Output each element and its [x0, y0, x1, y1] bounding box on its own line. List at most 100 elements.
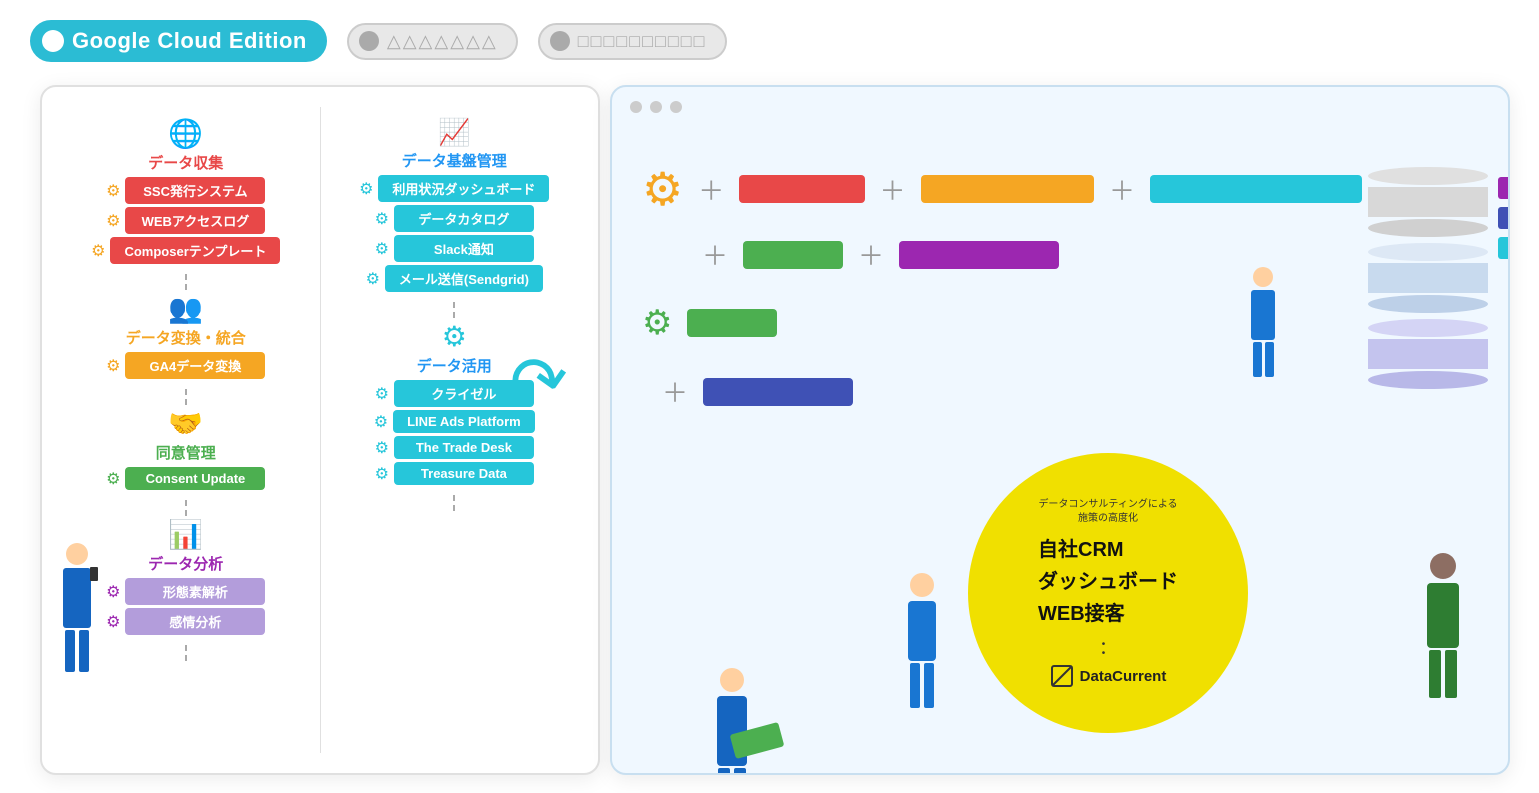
divider-5 — [453, 302, 455, 318]
item-catalog: ⚙ データカタログ — [375, 205, 534, 232]
top-bar: Google Cloud Edition △△△△△△△ □□□□□□□□□□ — [30, 20, 727, 62]
panel-dots — [630, 101, 682, 113]
gear-big-1: ⚙ — [642, 162, 683, 216]
db-body-2 — [1368, 263, 1488, 293]
item-sendgrid: ⚙ メール送信(Sendgrid) — [366, 265, 543, 292]
item-web-access: ⚙ WEBアクセスログ — [106, 207, 265, 234]
person3-leg-r — [1445, 650, 1457, 698]
gear-icon-slack: ⚙ — [375, 239, 389, 259]
db-bars — [1498, 177, 1510, 259]
person1-leg-l — [718, 768, 730, 775]
db-bar-teal — [1498, 237, 1510, 259]
person3-leg-l — [1429, 650, 1441, 698]
person1-head — [720, 668, 744, 692]
section-data-collection-title: データ収集 — [148, 152, 223, 173]
badge-trade-desk: The Trade Desk — [394, 436, 534, 459]
gear-icon-composer: ⚙ — [91, 241, 105, 261]
item-sentiment: ⚙ 感情分析 — [106, 608, 265, 635]
person-left-leg-r — [79, 630, 89, 672]
divider-3 — [185, 500, 187, 516]
bar-green-3 — [687, 309, 777, 337]
person-left-phone — [90, 567, 98, 581]
toggle-inactive-indicator-1 — [359, 31, 379, 51]
person1-leg-r — [734, 768, 746, 775]
gear-icon-treasure-data: ⚙ — [375, 464, 389, 484]
gear-green-3: ⚙ — [642, 303, 672, 343]
plus-4: ＋ — [702, 236, 728, 273]
person-raising-figure — [692, 668, 782, 753]
person-left-leg-l — [65, 630, 75, 672]
gear-icon-ga4: ⚙ — [106, 356, 120, 376]
gear-icon-sendgrid: ⚙ — [366, 269, 380, 289]
item-treasure-data: ⚙ Treasure Data — [375, 462, 534, 485]
person3-head — [1430, 553, 1456, 579]
plus-5: ＋ — [858, 236, 884, 273]
db-bottom-1 — [1368, 219, 1488, 237]
badge-morpheme: 形態素解析 — [125, 578, 265, 605]
person4-leg-r — [1265, 342, 1274, 377]
person-right-figure — [1408, 553, 1478, 753]
badge-composer: Composerテンプレート — [110, 237, 280, 264]
left-panel: 🌐 データ収集 ⚙ SSC発行システム ⚙ WEBアクセスログ ⚙ Compos… — [40, 85, 600, 775]
item-dashboard: ⚙ 利用状況ダッシュボード — [359, 175, 549, 202]
person-middle-figure — [892, 573, 952, 753]
person2-leg-r — [924, 663, 934, 708]
divider-6 — [453, 495, 455, 511]
section-consent: 🤝 同意管理 ⚙ Consent Update — [57, 407, 315, 490]
bar-teal-1 — [1150, 175, 1362, 203]
person2-leg-l — [910, 663, 920, 708]
panel-divider — [320, 107, 321, 753]
db-bottom-3 — [1368, 371, 1488, 389]
item-composer: ⚙ Composerテンプレート — [91, 237, 280, 264]
plus-1: ＋ — [698, 171, 724, 208]
gear-icon-catalog: ⚙ — [375, 209, 389, 229]
datacurrent-name: DataCurrent — [1080, 668, 1167, 685]
datacurrent-brand: DataCurrent — [1050, 664, 1167, 688]
person4-body — [1251, 290, 1275, 340]
item-trade-desk: ⚙ The Trade Desk — [375, 436, 534, 459]
badge-consent-update: Consent Update — [125, 467, 265, 490]
person-stair-figure — [1238, 267, 1288, 417]
person2-body — [908, 601, 936, 661]
db-bottom-2 — [1368, 295, 1488, 313]
inactive-label-1: △△△△△△△ — [387, 31, 498, 52]
db-bar-purple — [1498, 177, 1510, 199]
active-edition-badge[interactable]: Google Cloud Edition — [30, 20, 327, 62]
db-top-3 — [1368, 319, 1488, 337]
person4-legs — [1238, 342, 1288, 377]
bar-indigo-4 — [703, 378, 853, 406]
badge-ga4: GA4データ変換 — [125, 352, 265, 379]
person4-head — [1253, 267, 1273, 287]
badge-web-access: WEBアクセスログ — [125, 207, 265, 234]
section-data-use-title: データ活用 — [417, 355, 492, 376]
db-top-1 — [1368, 167, 1488, 185]
gear-icon-dashboard: ⚙ — [359, 179, 373, 199]
person3-legs — [1408, 650, 1478, 698]
bubble-small-text: データコンサルティングによる施策の高度化 — [1038, 498, 1177, 526]
inactive-badge-2[interactable]: □□□□□□□□□□ — [538, 23, 727, 60]
plus-3: ＋ — [1109, 171, 1135, 208]
section-data-transform-title: データ変換・統合 — [126, 327, 246, 348]
section-data-collection: 🌐 データ収集 ⚙ SSC発行システム ⚙ WEBアクセスログ ⚙ Compos… — [57, 117, 315, 264]
data-use-icon: ⚙ — [442, 320, 467, 353]
section-data-transform: 👥 データ変換・統合 ⚙ GA4データ変換 — [57, 292, 315, 379]
person-left-legs — [42, 630, 112, 672]
gear-icon-web: ⚙ — [106, 211, 120, 231]
gear-icon-line-ads: ⚙ — [374, 412, 388, 432]
item-ssc: ⚙ SSC発行システム — [106, 177, 265, 204]
bubble-main-text: 自社CRMダッシュボードWEB接客 — [1038, 534, 1178, 630]
badge-slack: Slack通知 — [394, 235, 534, 262]
section-data-mgmt-title: データ基盤管理 — [402, 150, 507, 171]
toggle-active-indicator — [42, 30, 64, 52]
badge-treasure-data: Treasure Data — [394, 462, 534, 485]
inactive-badge-1[interactable]: △△△△△△△ — [347, 23, 518, 60]
gear-icon-craise: ⚙ — [375, 384, 389, 404]
divider-1 — [185, 274, 187, 290]
badge-line-ads: LINE Ads Platform — [393, 410, 535, 433]
badge-dashboard: 利用状況ダッシュボード — [378, 175, 549, 202]
bar-green-2 — [743, 241, 843, 269]
section-data-mgmt: 📈 データ基盤管理 ⚙ 利用状況ダッシュボード ⚙ データカタログ ⚙ Slac… — [326, 117, 584, 292]
dot-3 — [670, 101, 682, 113]
bar-red-1 — [739, 175, 864, 203]
inactive-label-2: □□□□□□□□□□ — [578, 31, 707, 52]
